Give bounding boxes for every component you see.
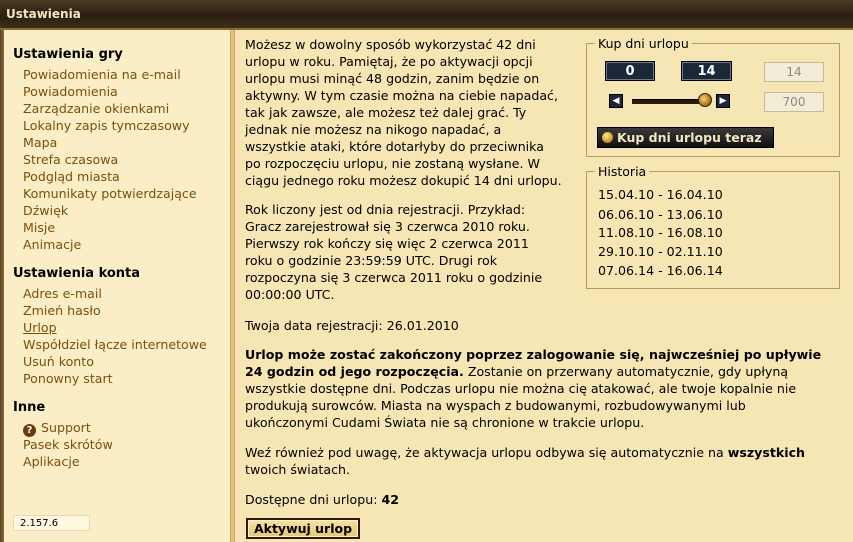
example-line: Gracz zarejestrował się 3 czerwca 2010 r… [245, 219, 530, 234]
intro-line: urlopu musi minąć 48 godzin, zanim będzi… [245, 71, 540, 86]
registration-label: Twoja data rejestracji: [245, 318, 383, 333]
max-days-button[interactable]: 14 [681, 61, 732, 81]
history-entry: 07.06.14 - 16.06.14 [598, 263, 723, 278]
rule-line: wszystkie dostępne dni. Podczas urlopu n… [245, 381, 797, 396]
days-slider-knob[interactable] [698, 93, 712, 107]
example-line: 00:00:00 UTC. [245, 287, 335, 302]
note-line-2: twoich światach. [245, 462, 350, 477]
example-line: Rok liczony jest od dnia rejestracji. Pr… [245, 202, 526, 217]
history-entry: 11.08.10 - 16.08.10 [598, 225, 723, 240]
slider-left-arrow-icon[interactable]: ◀ [609, 94, 623, 108]
sidebar-item-shortcut-bar[interactable]: Pasek skrótów [23, 437, 113, 452]
slider-right-arrow-icon[interactable]: ▶ [716, 94, 730, 108]
sidebar-item-city-preview[interactable]: Podgląd miasta [23, 169, 120, 184]
rule-line: ukończonymi Cudami Świata nie są chronio… [245, 415, 645, 430]
intro-line: aktywny. W tym czasie można na ciebie na… [245, 88, 558, 103]
sidebar-item-support[interactable]: ? Support [23, 420, 91, 437]
sidebar-item-delete-account[interactable]: Usuń konto [23, 354, 94, 369]
intro-line: tak jak zawsze, ale możesz też dalej gra… [245, 105, 527, 120]
sidebar-item-email-address[interactable]: Adres e-mail [23, 286, 102, 301]
gold-coin-icon [602, 132, 613, 143]
vacation-rules: Urlop może zostać zakończony poprzez zal… [245, 346, 845, 431]
version-label: 2.157.6 [13, 515, 90, 531]
intro-line: ciągu jednego roku możesz dokupić 14 dni… [245, 173, 562, 188]
other-title: Inne [13, 400, 46, 415]
buy-days-title: Kup dni urlopu [595, 36, 692, 51]
available-days-value: 42 [381, 492, 399, 507]
sidebar-item-restart[interactable]: Ponowny start [23, 371, 113, 386]
intro-line: Możesz w dowolny sposób wykorzystać 42 d… [245, 37, 536, 52]
sidebar-item-change-password[interactable]: Zmień hasło [23, 303, 101, 318]
window-titlebar: Ustawienia [0, 0, 853, 30]
sidebar-item-local-cache[interactable]: Lokalny zapis tymczasowy [23, 118, 190, 133]
sidebar-item-support-label: Support [41, 420, 91, 435]
sidebar-item-confirmation-messages[interactable]: Komunikaty potwierdzające [23, 186, 197, 201]
sidebar-item-map[interactable]: Mapa [23, 135, 57, 150]
sidebar-item-share-connection[interactable]: Współdziel łącze internetowe [23, 337, 207, 352]
intro-line: jednak nie możesz na nikogo napadać, a [245, 122, 502, 137]
sidebar-item-animations[interactable]: Animacje [23, 237, 81, 252]
history-entry: 15.04.10 - 16.04.10 [598, 187, 723, 202]
registration-date: 26.01.2010 [386, 318, 459, 333]
sidebar-item-applications[interactable]: Aplikacje [23, 454, 80, 469]
example-line: rozpoczyna się 3 czerwca 2011 roku o god… [245, 270, 543, 285]
registration-date-row: Twoja data rejestracji: 26.01.2010 [245, 317, 845, 334]
intro-line: urlopu w roku. Pamiętaj, że po aktywacji… [245, 54, 533, 69]
sidebar-item-timezone[interactable]: Strefa czasowa [23, 152, 118, 167]
history-entry: 06.06.10 - 13.06.10 [598, 207, 723, 222]
cost-input[interactable]: 700 [764, 92, 824, 112]
available-days-label: Dostępne dni urlopu: [245, 492, 378, 507]
intro-line: po rozpoczęciu urlopu, nie zostaną wysła… [245, 156, 540, 171]
note-line-bold: wszystkich [727, 445, 806, 460]
sidebar-item-window-management[interactable]: Zarządzanie okienkami [23, 101, 169, 116]
vacation-note: Weź również pod uwagę, że aktywacja urlo… [245, 444, 845, 478]
sidebar-item-notifications[interactable]: Powiadomienia [23, 84, 118, 99]
sidebar-item-vacation[interactable]: Urlop [23, 320, 57, 335]
sidebar-item-email-notifications[interactable]: Powiadomienia na e-mail [23, 67, 181, 82]
rule-line: produkują surowców. Miasta na wyspach z … [245, 398, 746, 413]
buy-days-button-label: Kup dni urlopu teraz [617, 130, 762, 145]
available-days-row: Dostępne dni urlopu: 42 [245, 491, 845, 508]
min-days-button[interactable]: 0 [605, 61, 655, 81]
note-line-start: Weź również pod uwagę, że aktywacja urlo… [245, 445, 728, 460]
rule-line-2-rest: Zostanie on przerwany automatycznie, gdy… [463, 364, 789, 379]
help-icon: ? [23, 424, 36, 437]
history-entry: 29.10.10 - 02.11.10 [598, 244, 723, 259]
vacation-intro: Możesz w dowolny sposób wykorzystać 42 d… [245, 36, 580, 189]
example-line: roku o godzinie 23:59:59 UTC. Drugi rok [245, 253, 498, 268]
activate-vacation-button[interactable]: Aktywuj urlop [246, 518, 360, 539]
game-settings-title: Ustawienia gry [13, 47, 123, 62]
example-line: Pierwszy rok kończy się więc 2 czerwca 2… [245, 236, 529, 251]
intro-line: wszystkie ataki, które dotarłyby do prze… [245, 139, 544, 154]
sidebar-item-quests[interactable]: Misje [23, 220, 55, 235]
window-title: Ustawienia [6, 7, 81, 21]
buy-days-button[interactable]: Kup dni urlopu teraz [597, 127, 774, 148]
rule-bold-line-2: 24 godzin od jego rozpoczęcia. [245, 364, 464, 379]
vacation-example: Rok liczony jest od dnia rejestracji. Pr… [245, 201, 580, 303]
days-input[interactable]: 14 [764, 62, 824, 82]
sidebar-item-sound[interactable]: Dźwięk [23, 203, 68, 218]
rule-bold-line: Urlop może zostać zakończony poprzez zal… [245, 347, 822, 362]
history-title: Historia [595, 164, 650, 179]
account-settings-title: Ustawienia konta [13, 266, 141, 281]
sidebar-divider [230, 30, 235, 542]
